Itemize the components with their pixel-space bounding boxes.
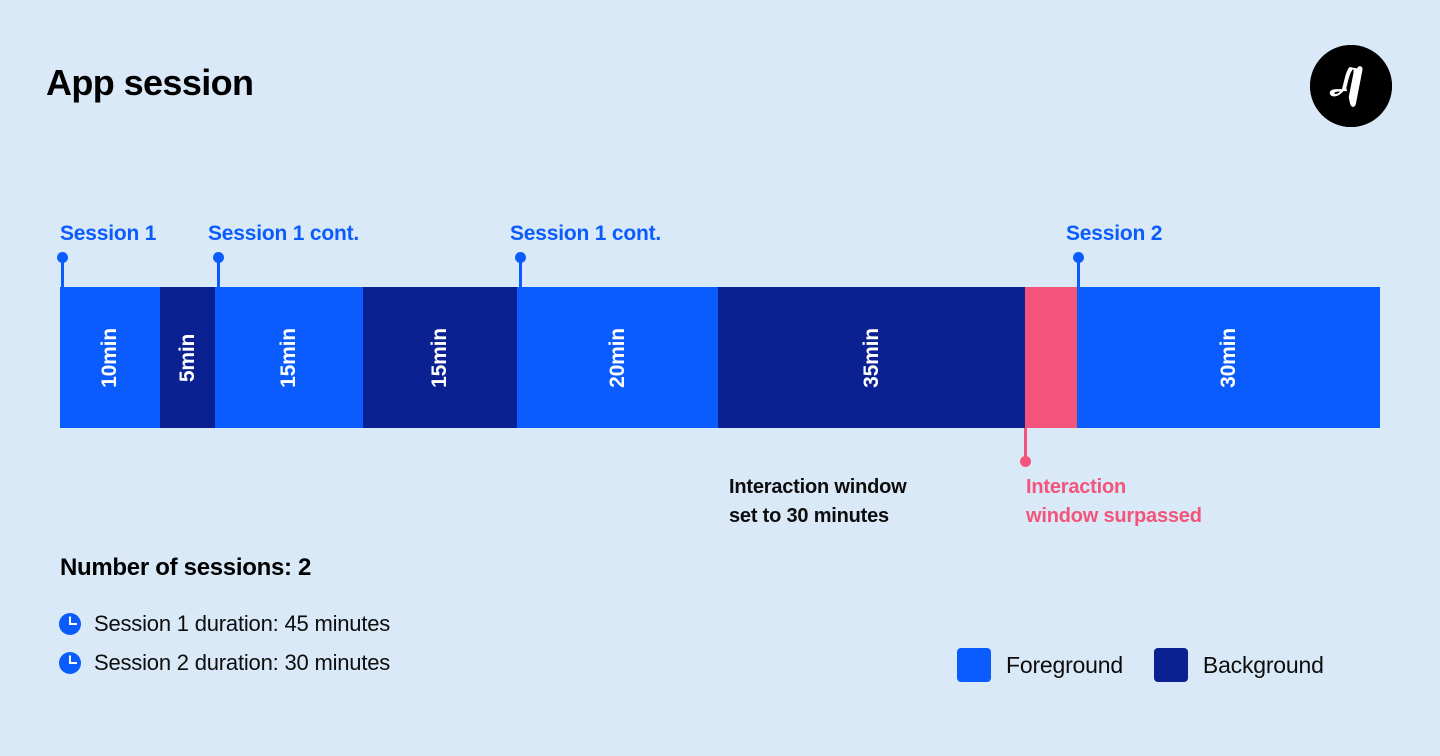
annotation-interaction-window: Interaction window set to 30 minutes bbox=[729, 473, 907, 531]
session-label-1: Session 1 bbox=[60, 222, 157, 245]
segment-duration-label: 15min bbox=[277, 327, 300, 388]
session-label-2: Session 1 cont. bbox=[208, 222, 360, 245]
list-item: Session 1 duration: 45 minutes bbox=[58, 604, 390, 643]
callout-line-2 bbox=[217, 257, 220, 288]
segment-duration-label: 30min bbox=[1216, 327, 1240, 388]
summary-list: Session 1 duration: 45 minutes Session 2… bbox=[58, 604, 390, 682]
segment-duration-label: 10min bbox=[98, 327, 121, 388]
legend-item-background: Background bbox=[1153, 648, 1324, 682]
list-item-label: Session 2 duration: 30 minutes bbox=[94, 649, 391, 675]
segment-duration-label: 35min bbox=[859, 327, 883, 388]
legend: Foreground Background bbox=[957, 648, 1324, 682]
annotation-line-1: Interaction window bbox=[729, 476, 907, 498]
list-item: Session 2 duration: 30 minutes bbox=[58, 643, 390, 682]
segment-duration-label: 15min bbox=[428, 327, 451, 388]
annotation-window-surpassed: Interaction window surpassed bbox=[1026, 473, 1202, 531]
page-title: App session bbox=[46, 62, 254, 103]
amplitude-logo-icon bbox=[1310, 45, 1392, 127]
session-timeline: 10min 5min 15min 15min 20min 35min 30min bbox=[60, 287, 1380, 428]
legend-swatch-background bbox=[1153, 648, 1188, 682]
clock-icon bbox=[58, 651, 82, 675]
timeline-segment-surpassed[interactable] bbox=[1025, 287, 1077, 428]
list-item-label: Session 1 duration: 45 minutes bbox=[94, 610, 391, 636]
callout-line-3 bbox=[519, 257, 522, 288]
annotation-line-2: window surpassed bbox=[1026, 505, 1202, 527]
annotation-line-1: Interaction bbox=[1026, 476, 1127, 498]
segment-duration-label: 20min bbox=[605, 327, 629, 388]
legend-swatch-foreground bbox=[957, 648, 991, 682]
surpassed-callout-dot bbox=[1020, 456, 1031, 467]
callout-line-4 bbox=[1077, 257, 1080, 288]
timeline-segment-foreground[interactable]: 30min bbox=[1077, 287, 1380, 428]
session-label-4: Session 2 bbox=[1066, 222, 1163, 245]
timeline-segment-foreground[interactable]: 20min bbox=[517, 287, 718, 428]
session-label-3: Session 1 cont. bbox=[510, 222, 662, 245]
clock-icon bbox=[58, 612, 82, 636]
timeline-segment-foreground[interactable]: 10min bbox=[60, 287, 160, 428]
annotation-line-2: set to 30 minutes bbox=[729, 505, 889, 527]
timeline-segment-background[interactable]: 5min bbox=[160, 287, 215, 428]
summary-heading: Number of sessions: 2 bbox=[60, 554, 312, 581]
segment-duration-label: 5min bbox=[175, 333, 199, 382]
timeline-segment-background[interactable]: 15min bbox=[363, 287, 517, 428]
legend-label-background: Background bbox=[1202, 651, 1324, 678]
timeline-segment-foreground[interactable]: 15min bbox=[215, 287, 363, 428]
callout-line-1 bbox=[61, 257, 64, 288]
legend-label-foreground: Foreground bbox=[1006, 651, 1123, 678]
legend-item-foreground: Foreground bbox=[957, 648, 1123, 682]
timeline-segment-background[interactable]: 35min bbox=[718, 287, 1025, 428]
